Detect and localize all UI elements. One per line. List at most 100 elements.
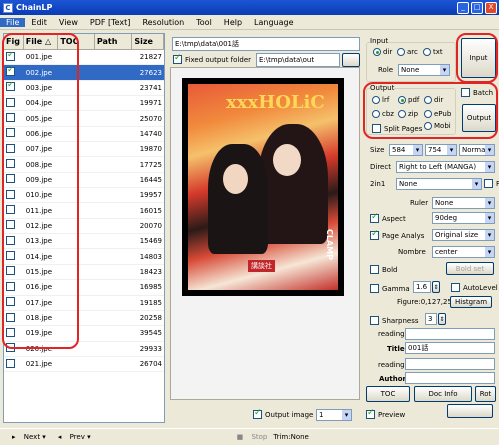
next-button[interactable]: ▸ Next ▾ <box>6 433 46 441</box>
row-size: 39545 <box>139 329 162 338</box>
menu-resolution[interactable]: Resolution <box>136 18 190 27</box>
title-bar: C ChainLP _ □ X <box>0 0 499 15</box>
sharpness-check[interactable]: Sharpness <box>370 316 419 325</box>
autolevel-check[interactable]: AutoLevel <box>451 283 498 292</box>
window-title: ChainLP <box>16 3 53 12</box>
output-group-highlight <box>363 82 498 139</box>
ruler-label: Ruler <box>410 199 429 207</box>
manga-cover: xxxHOLiC CLAMP 講談社 <box>188 84 338 290</box>
row-size: 20258 <box>139 314 162 323</box>
direct-label: Direct <box>370 163 391 171</box>
minimize-button[interactable]: _ <box>457 1 469 14</box>
row-size: 16445 <box>139 175 162 184</box>
input-radio-arc[interactable]: arc <box>397 48 418 56</box>
close-button[interactable]: X <box>485 1 497 14</box>
row-size: 16015 <box>139 206 162 215</box>
row-size: 19870 <box>139 145 162 154</box>
output-image-check[interactable]: Output image <box>253 408 314 419</box>
row-size: 17725 <box>139 160 162 169</box>
row-size: 29933 <box>139 344 162 353</box>
menu-help[interactable]: Help <box>218 18 248 27</box>
gamma-check[interactable]: Gamma <box>370 284 410 293</box>
blank-button[interactable] <box>447 404 493 418</box>
sharpness-value[interactable]: 3 <box>425 313 437 325</box>
role-label: Role <box>378 66 394 74</box>
trim-status: Trim:None <box>273 433 309 441</box>
toc-button[interactable]: TOC <box>366 386 410 402</box>
next-icon: ▸ <box>12 433 18 441</box>
input-radio-txt[interactable]: txt <box>423 48 443 56</box>
output-image-select[interactable]: 1 <box>316 409 352 421</box>
page-analysis-select[interactable]: Original size <box>432 229 495 241</box>
preview-check[interactable]: Preview <box>366 408 405 419</box>
input-button-highlight <box>456 33 498 83</box>
gamma-value[interactable]: 1.6 <box>413 281 431 293</box>
browse-button[interactable] <box>342 53 360 67</box>
page-analysis-check[interactable]: Page Analys <box>370 229 424 240</box>
nombre-select[interactable]: center <box>432 246 495 258</box>
row-size: 26704 <box>139 360 162 369</box>
twoin1-extra-check[interactable]: F <box>484 179 499 188</box>
input-legend: Input <box>370 37 389 45</box>
row-file: 021.jpe <box>25 360 53 369</box>
row-size: 20070 <box>139 221 162 230</box>
col-size[interactable]: Size <box>132 34 164 49</box>
row-size: 27623 <box>139 68 162 77</box>
stop-button[interactable]: ■ Stop <box>231 433 268 441</box>
table-row[interactable]: 021.jpe 26704 <box>4 357 164 373</box>
bold-set-button[interactable]: Bold set <box>446 262 494 275</box>
figure-text: Figure:0,127,255 <box>397 298 457 306</box>
doc-info-button[interactable]: Doc Info <box>414 386 472 402</box>
gamma-spinner[interactable]: ⇕ <box>432 281 440 293</box>
row-size: 15469 <box>139 237 162 246</box>
menu-bar: File Edit View PDF [Text] Resolution Too… <box>0 15 499 30</box>
reading2-label: reading <box>378 361 405 369</box>
aspect-check[interactable]: Aspect <box>370 212 406 223</box>
input-radio-dir[interactable]: dir <box>373 48 392 56</box>
fixed-output-folder-check[interactable]: Fixed output folder <box>173 53 251 64</box>
row-size: 14740 <box>139 129 162 138</box>
output-image-checkbox[interactable] <box>253 408 262 419</box>
title-field[interactable]: 001話 <box>405 342 495 354</box>
row-size: 19971 <box>139 99 162 108</box>
maximize-button[interactable]: □ <box>471 1 483 14</box>
output-image-label: Output image <box>265 410 314 419</box>
reading2-field[interactable] <box>405 358 495 370</box>
prev-icon: ◂ <box>57 433 64 441</box>
author-field[interactable] <box>405 372 495 384</box>
bold-check[interactable]: Bold <box>370 265 397 274</box>
reading1-field[interactable] <box>405 328 495 340</box>
fixed-output-checkbox[interactable] <box>173 53 182 64</box>
sharpness-spinner[interactable]: ⇕ <box>438 313 446 325</box>
rotate-button[interactable]: Rot <box>475 386 496 402</box>
twoin1-select[interactable]: None <box>396 178 482 190</box>
histgram-button[interactable]: Histgram <box>450 296 492 308</box>
role-select[interactable]: None <box>398 64 450 76</box>
menu-tool[interactable]: Tool <box>190 18 218 27</box>
source-path-field[interactable]: E:\tmp\data\001話 <box>172 37 360 51</box>
ruler-select[interactable]: None <box>432 197 495 209</box>
col-path[interactable]: Path <box>95 34 133 49</box>
row-check-cell[interactable] <box>4 358 24 370</box>
file-column-highlight <box>2 33 79 349</box>
row-checkbox[interactable] <box>6 358 15 368</box>
status-bar: ▸ Next ▾ ◂ Prev ▾ ■ Stop Trim:None <box>0 428 499 445</box>
output-path-field[interactable]: E:\tmp\data\out <box>256 53 340 67</box>
menu-edit[interactable]: Edit <box>25 18 53 27</box>
menu-file[interactable]: File <box>0 17 26 27</box>
size-mode-select[interactable]: Normal <box>459 144 495 156</box>
app-icon: C <box>3 2 13 13</box>
menu-pdf-text[interactable]: PDF [Text] <box>84 18 137 27</box>
size-height-select[interactable]: 754 <box>425 144 457 156</box>
cover-image: xxxHOLiC CLAMP 講談社 <box>182 78 344 296</box>
aspect-select[interactable]: 90deg <box>432 212 495 224</box>
menu-view[interactable]: View <box>53 18 84 27</box>
row-size: 21827 <box>139 53 162 62</box>
prev-button[interactable]: ◂ Prev ▾ <box>52 433 91 441</box>
cover-title: xxxHOLiC <box>226 92 325 113</box>
size-width-select[interactable]: 584 <box>389 144 423 156</box>
direct-select[interactable]: Right to Left (MANGA) <box>396 161 495 173</box>
menu-language[interactable]: Language <box>248 18 299 27</box>
stop-icon: ■ <box>236 433 246 441</box>
row-size: 23741 <box>139 83 162 92</box>
